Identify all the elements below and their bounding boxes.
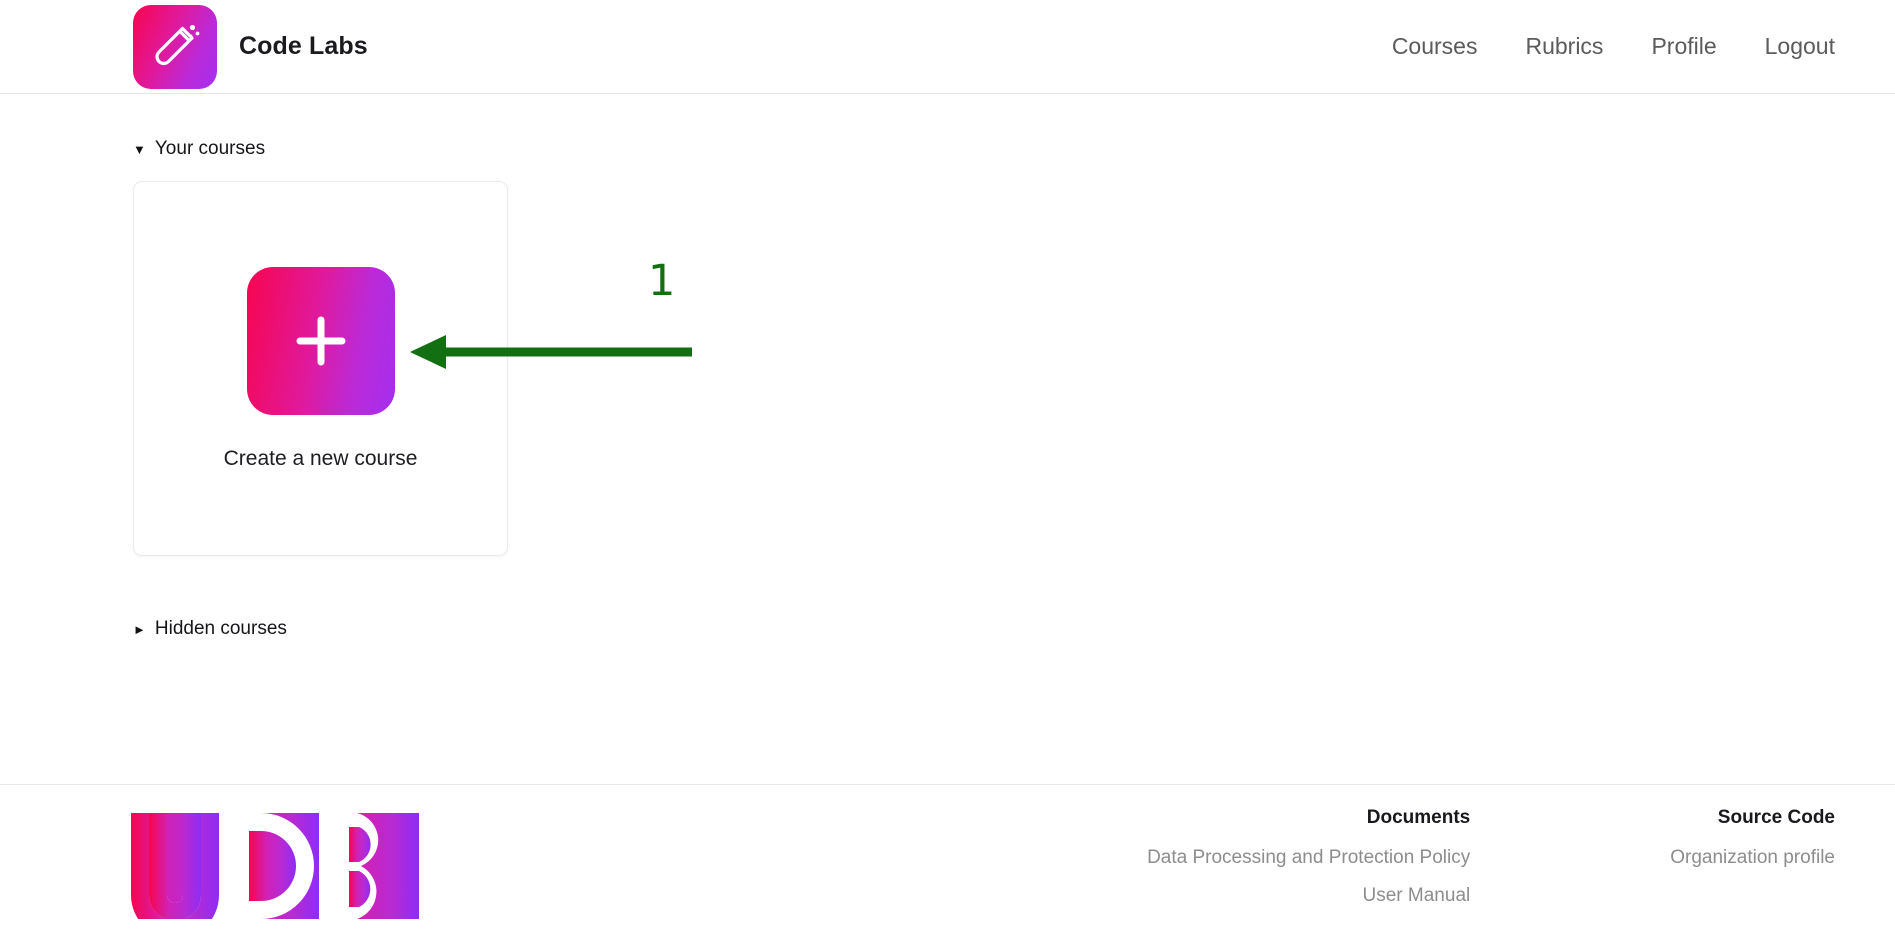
footer-columns: Documents Data Processing and Protection… [1147, 807, 1835, 923]
nav-item-profile[interactable]: Profile [1651, 33, 1716, 60]
your-courses-label: Your courses [154, 138, 266, 159]
footer-link-data-policy[interactable]: Data Processing and Protection Policy [1147, 847, 1470, 869]
footer-heading-documents: Documents [1366, 807, 1471, 828]
app-header: Code Labs Courses Rubrics Profile Logout [0, 0, 1895, 94]
footer-link-user-manual[interactable]: User Manual [1363, 885, 1471, 907]
chevron-right-icon: ► [133, 621, 146, 637]
footer-column-source-code: Source Code Organization profile [1670, 807, 1835, 923]
test-tube-icon [133, 4, 217, 89]
brand[interactable]: Code Labs [133, 4, 368, 89]
your-courses-toggle[interactable]: ▼ Your courses [133, 94, 265, 160]
plus-icon [296, 316, 345, 365]
app-title: Code Labs [239, 32, 368, 60]
courses-grid: Create a new course [133, 181, 1895, 556]
footer-link-organization-profile[interactable]: Organization profile [1670, 847, 1835, 869]
footer-column-documents: Documents Data Processing and Protection… [1147, 807, 1470, 923]
hidden-courses-label: Hidden courses [154, 618, 287, 639]
nav-item-rubrics[interactable]: Rubrics [1525, 33, 1603, 60]
nav-item-logout[interactable]: Logout [1765, 33, 1835, 60]
create-course-card[interactable]: Create a new course [133, 181, 508, 556]
hidden-courses-toggle[interactable]: ► Hidden courses [133, 618, 287, 640]
footer-heading-source-code: Source Code [1717, 807, 1835, 828]
chevron-down-icon: ▼ [133, 141, 146, 157]
main-nav: Courses Rubrics Profile Logout [1392, 33, 1835, 60]
create-course-tile[interactable] [246, 266, 395, 415]
nav-item-courses[interactable]: Courses [1392, 33, 1478, 60]
main-content: ▼ Your courses Create a new course ► Hid… [0, 94, 1895, 784]
app-footer: Documents Data Processing and Protection… [0, 784, 1895, 937]
udb-logo [125, 807, 420, 937]
create-course-label: Create a new course [223, 446, 418, 470]
